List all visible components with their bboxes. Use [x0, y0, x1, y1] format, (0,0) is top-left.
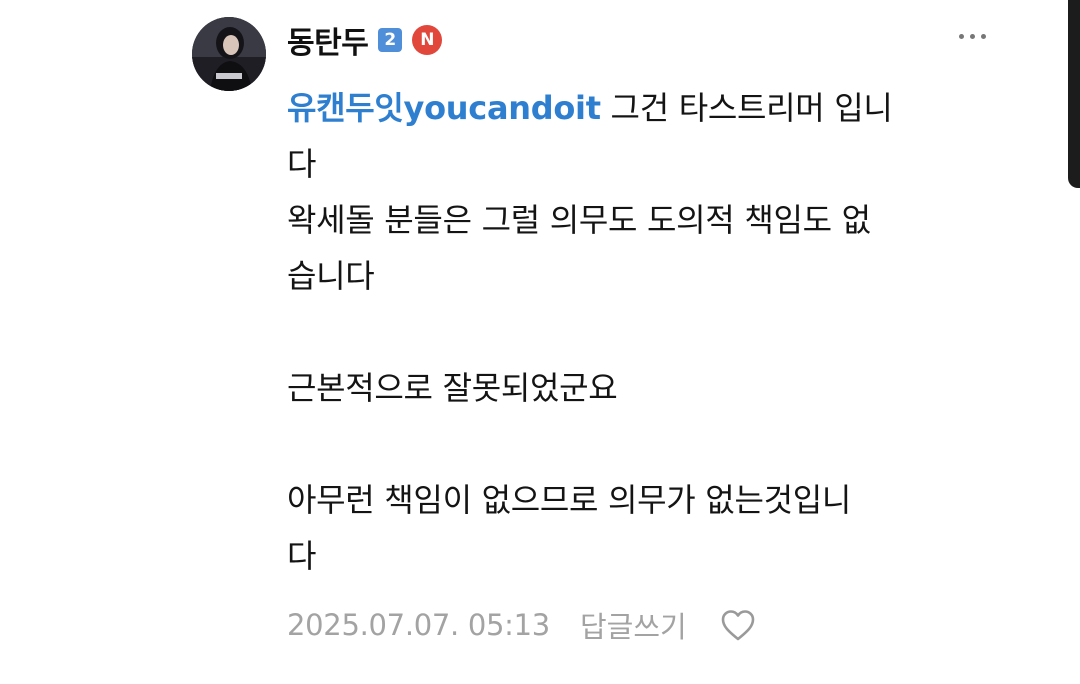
comment-text: 유캔두잇youcandoit 그건 타스트리머 입니 다 왁세돌 분들은 그럴 …: [287, 80, 1002, 584]
more-options-button[interactable]: [948, 24, 996, 48]
comment-line: 습니다: [287, 257, 375, 295]
author-nickname[interactable]: 동탄두: [287, 18, 369, 62]
comment-footer: 2025.07.07. 05:13 답글쓰기: [287, 600, 757, 650]
avatar-image: [192, 17, 266, 91]
like-button[interactable]: [719, 606, 757, 644]
more-dots-icon: [980, 33, 986, 39]
mention-link[interactable]: 유캔두잇youcandoit: [287, 89, 601, 127]
comment-line: 근본적으로 잘못되었군요: [287, 369, 618, 407]
new-badge: N: [412, 25, 443, 55]
reply-button[interactable]: 답글쓰기: [580, 604, 687, 646]
scrollbar-edge: [1068, 0, 1080, 188]
more-dots-icon: [958, 33, 964, 39]
comment-line: 유캔두잇youcandoit 그건 타스트리머 입니: [287, 80, 1002, 136]
comment-text-segment: 그건 타스트리머 입니: [600, 89, 893, 127]
more-dots-icon: [969, 33, 975, 39]
heart-outline-icon: [721, 610, 754, 641]
comment-line: 다: [287, 145, 317, 183]
comment-screen: 동탄두 2 N 유캔두잇youcandoit 그건 타스트리머 입니 다 왁세돌…: [0, 0, 1080, 684]
author-avatar[interactable]: [192, 17, 266, 91]
comment-header: 동탄두 2 N: [287, 18, 443, 62]
comment-line: 왁세돌 분들은 그럴 의무도 도의적 책임도 없: [287, 201, 871, 239]
comment-line: 다: [287, 537, 317, 575]
level-badge: 2: [378, 28, 403, 52]
comment-timestamp: 2025.07.07. 05:13: [287, 608, 550, 642]
comment-line: 아무런 책임이 없으므로 의무가 없는것입니: [287, 481, 852, 519]
